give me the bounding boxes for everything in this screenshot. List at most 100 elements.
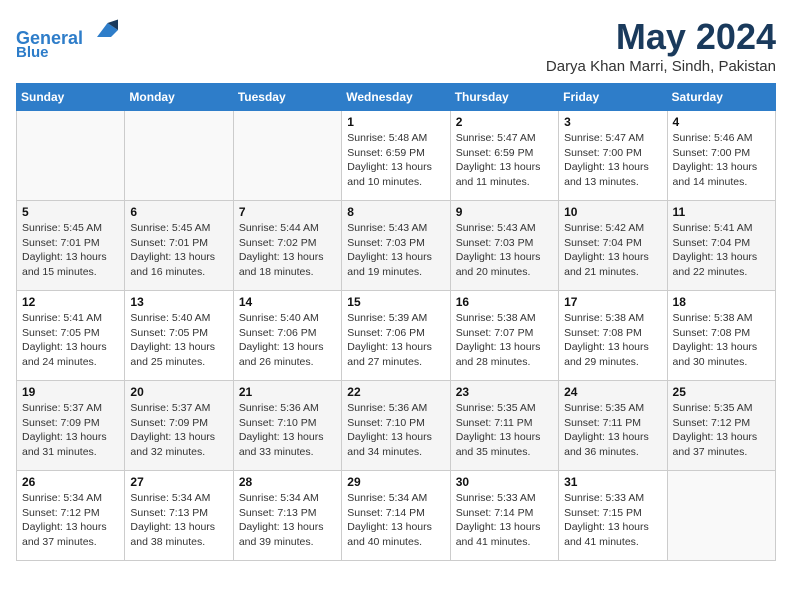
calendar-cell: 30Sunrise: 5:33 AMSunset: 7:14 PMDayligh… (450, 471, 558, 561)
location-title: Darya Khan Marri, Sindh, Pakistan (546, 58, 776, 75)
calendar-cell: 12 Sunrise: 5:41 AMSunset: 7:05 PMDayligh… (17, 291, 125, 381)
day-number: 23 (456, 385, 553, 399)
day-info: Sunrise: 5:43 AMSunset: 7:03 PMDaylight:… (347, 221, 444, 280)
day-info: Sunrise: 5:45 AMSunset: 7:01 PMDaylight:… (130, 221, 227, 280)
day-info: Sunrise: 5:42 AMSunset: 7:04 PMDaylight:… (564, 221, 661, 280)
day-number: 18 (673, 295, 770, 309)
calendar-cell: 11 Sunrise: 5:41 AMSunset: 7:04 PMDayligh… (667, 201, 775, 291)
day-number: 19 (22, 385, 119, 399)
day-info: Sunrise: 5:35 AMSunset: 7:11 PMDaylight:… (564, 401, 661, 460)
day-number: 17 (564, 295, 661, 309)
calendar-week-2: 5 Sunrise: 5:45 AMSunset: 7:01 PMDaylight… (17, 201, 776, 291)
weekday-header-sunday: Sunday (17, 84, 125, 111)
calendar-cell: 7 Sunrise: 5:44 AMSunset: 7:02 PMDaylight… (233, 201, 341, 291)
day-info: Sunrise: 5:34 AMSunset: 7:13 PMDaylight:… (130, 491, 227, 550)
day-info: Sunrise: 5:38 AMSunset: 7:07 PMDaylight:… (456, 311, 553, 370)
day-number: 3 (564, 115, 661, 129)
day-number: 10 (564, 205, 661, 219)
calendar-cell: 22Sunrise: 5:36 AMSunset: 7:10 PMDayligh… (342, 381, 450, 471)
calendar-cell: 29Sunrise: 5:34 AMSunset: 7:14 PMDayligh… (342, 471, 450, 561)
calendar-cell: 18 Sunrise: 5:38 AMSunset: 7:08 PMDayligh… (667, 291, 775, 381)
weekday-header-thursday: Thursday (450, 84, 558, 111)
calendar-cell: 6 Sunrise: 5:45 AMSunset: 7:01 PMDaylight… (125, 201, 233, 291)
day-number: 28 (239, 475, 336, 489)
day-info: Sunrise: 5:44 AMSunset: 7:02 PMDaylight:… (239, 221, 336, 280)
title-block: May 2024 Darya Khan Marri, Sindh, Pakist… (546, 16, 776, 75)
day-number: 30 (456, 475, 553, 489)
day-info: Sunrise: 5:34 AMSunset: 7:13 PMDaylight:… (239, 491, 336, 550)
day-number: 12 (22, 295, 119, 309)
calendar-week-1: 1Sunrise: 5:48 AMSunset: 6:59 PMDaylight… (17, 111, 776, 201)
calendar-cell: 4 Sunrise: 5:46 AMSunset: 7:00 PMDaylight… (667, 111, 775, 201)
calendar-cell: 10 Sunrise: 5:42 AMSunset: 7:04 PMDayligh… (559, 201, 667, 291)
day-info: Sunrise: 5:33 AMSunset: 7:15 PMDaylight:… (564, 491, 661, 550)
day-info: Sunrise: 5:40 AMSunset: 7:06 PMDaylight:… (239, 311, 336, 370)
calendar-cell (17, 111, 125, 201)
day-number: 6 (130, 205, 227, 219)
calendar-cell: 15Sunrise: 5:39 AMSunset: 7:06 PMDayligh… (342, 291, 450, 381)
calendar-cell: 27 Sunrise: 5:34 AMSunset: 7:13 PMDayligh… (125, 471, 233, 561)
day-info: Sunrise: 5:45 AMSunset: 7:01 PMDaylight:… (22, 221, 119, 280)
calendar-cell (233, 111, 341, 201)
day-info: Sunrise: 5:40 AMSunset: 7:05 PMDaylight:… (130, 311, 227, 370)
day-number: 26 (22, 475, 119, 489)
day-info: Sunrise: 5:35 AMSunset: 7:12 PMDaylight:… (673, 401, 770, 460)
day-info: Sunrise: 5:37 AMSunset: 7:09 PMDaylight:… (130, 401, 227, 460)
day-info: Sunrise: 5:36 AMSunset: 7:10 PMDaylight:… (239, 401, 336, 460)
day-number: 29 (347, 475, 444, 489)
day-info: Sunrise: 5:38 AMSunset: 7:08 PMDaylight:… (673, 311, 770, 370)
calendar-cell: 9 Sunrise: 5:43 AMSunset: 7:03 PMDaylight… (450, 201, 558, 291)
weekday-header-row: SundayMondayTuesdayWednesdayThursdayFrid… (17, 84, 776, 111)
calendar-cell: 13 Sunrise: 5:40 AMSunset: 7:05 PMDayligh… (125, 291, 233, 381)
day-number: 2 (456, 115, 553, 129)
day-info: Sunrise: 5:34 AMSunset: 7:12 PMDaylight:… (22, 491, 119, 550)
weekday-header-wednesday: Wednesday (342, 84, 450, 111)
day-number: 4 (673, 115, 770, 129)
day-number: 8 (347, 205, 444, 219)
day-info: Sunrise: 5:41 AMSunset: 7:05 PMDaylight:… (22, 311, 119, 370)
calendar-cell (125, 111, 233, 201)
calendar-cell: 31 Sunrise: 5:33 AMSunset: 7:15 PMDayligh… (559, 471, 667, 561)
calendar-cell: 19 Sunrise: 5:37 AMSunset: 7:09 PMDayligh… (17, 381, 125, 471)
page-header: General Blue May 2024 Darya Khan Marri, … (16, 16, 776, 75)
day-number: 9 (456, 205, 553, 219)
day-info: Sunrise: 5:35 AMSunset: 7:11 PMDaylight:… (456, 401, 553, 460)
calendar-cell: 16 Sunrise: 5:38 AMSunset: 7:07 PMDayligh… (450, 291, 558, 381)
calendar-cell: 3 Sunrise: 5:47 AMSunset: 7:00 PMDaylight… (559, 111, 667, 201)
day-info: Sunrise: 5:37 AMSunset: 7:09 PMDaylight:… (22, 401, 119, 460)
day-number: 1 (347, 115, 444, 129)
calendar-cell: 14 Sunrise: 5:40 AMSunset: 7:06 PMDayligh… (233, 291, 341, 381)
day-number: 16 (456, 295, 553, 309)
calendar-cell: 2Sunrise: 5:47 AMSunset: 6:59 PMDaylight… (450, 111, 558, 201)
calendar-cell: 17Sunrise: 5:38 AMSunset: 7:08 PMDayligh… (559, 291, 667, 381)
calendar-cell: 20Sunrise: 5:37 AMSunset: 7:09 PMDayligh… (125, 381, 233, 471)
day-number: 11 (673, 205, 770, 219)
logo: General Blue (16, 16, 118, 61)
day-number: 31 (564, 475, 661, 489)
weekday-header-monday: Monday (125, 84, 233, 111)
calendar-cell: 5 Sunrise: 5:45 AMSunset: 7:01 PMDaylight… (17, 201, 125, 291)
day-info: Sunrise: 5:41 AMSunset: 7:04 PMDaylight:… (673, 221, 770, 280)
day-info: Sunrise: 5:47 AMSunset: 7:00 PMDaylight:… (564, 131, 661, 190)
day-number: 14 (239, 295, 336, 309)
calendar-week-4: 19 Sunrise: 5:37 AMSunset: 7:09 PMDayligh… (17, 381, 776, 471)
calendar-cell: 26 Sunrise: 5:34 AMSunset: 7:12 PMDayligh… (17, 471, 125, 561)
day-info: Sunrise: 5:46 AMSunset: 7:00 PMDaylight:… (673, 131, 770, 190)
day-number: 13 (130, 295, 227, 309)
calendar-table: SundayMondayTuesdayWednesdayThursdayFrid… (16, 83, 776, 561)
day-info: Sunrise: 5:39 AMSunset: 7:06 PMDaylight:… (347, 311, 444, 370)
day-number: 5 (22, 205, 119, 219)
day-number: 27 (130, 475, 227, 489)
calendar-cell: 21Sunrise: 5:36 AMSunset: 7:10 PMDayligh… (233, 381, 341, 471)
weekday-header-saturday: Saturday (667, 84, 775, 111)
calendar-cell: 25Sunrise: 5:35 AMSunset: 7:12 PMDayligh… (667, 381, 775, 471)
calendar-cell (667, 471, 775, 561)
day-info: Sunrise: 5:43 AMSunset: 7:03 PMDaylight:… (456, 221, 553, 280)
day-number: 24 (564, 385, 661, 399)
calendar-cell: 23 Sunrise: 5:35 AMSunset: 7:11 PMDayligh… (450, 381, 558, 471)
day-number: 7 (239, 205, 336, 219)
calendar-cell: 28 Sunrise: 5:34 AMSunset: 7:13 PMDayligh… (233, 471, 341, 561)
weekday-header-friday: Friday (559, 84, 667, 111)
day-number: 22 (347, 385, 444, 399)
calendar-cell: 24 Sunrise: 5:35 AMSunset: 7:11 PMDayligh… (559, 381, 667, 471)
